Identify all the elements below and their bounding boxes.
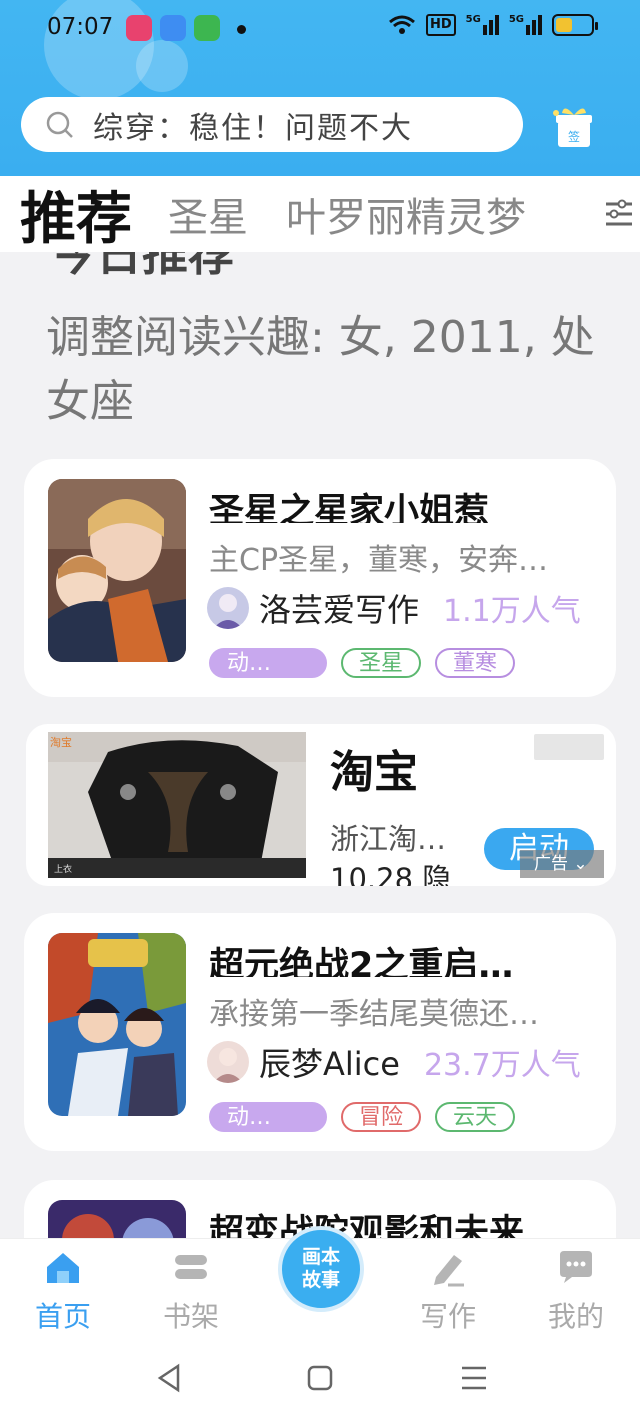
book-cover — [48, 933, 186, 1116]
book-card[interactable]: 圣星之星家小姐惹 主CP圣星，董寒，安奔… 洛芸爱写作 1.1万人气 动… 圣星… — [24, 459, 616, 697]
book-description: 承接第一季结尾莫德还… — [209, 997, 539, 1032]
tag-category[interactable]: 动… — [209, 1102, 327, 1132]
search-icon — [46, 111, 73, 138]
book-description: 主CP圣星，董寒，安奔… — [209, 543, 549, 578]
nav-mine[interactable]: 我的 — [531, 1239, 621, 1335]
bottom-nav: 首页 书架 画本 故事 写作 我的 — [0, 1226, 640, 1336]
battery-icon — [552, 14, 598, 36]
notification-app-icon — [126, 15, 152, 41]
nav-label: 书架 — [162, 1300, 219, 1333]
svg-text:淘宝: 淘宝 — [50, 735, 72, 749]
app-screen: 07:07 HD 5G 5G 综穿：稳住！问题不大 签 推荐 圣星 叶罗丽精灵梦… — [0, 0, 640, 1422]
popularity-count: 1.1万人气 — [443, 594, 581, 629]
tag-list: 动… 冒险 云天 — [209, 1102, 516, 1132]
signal-icon: 5G — [466, 15, 499, 35]
status-time: 07:07 — [47, 14, 114, 40]
nav-home[interactable]: 首页 — [18, 1239, 108, 1335]
tag-topic[interactable]: 圣星 — [341, 648, 422, 678]
filter-icon[interactable] — [602, 196, 634, 232]
author-row: 洛芸爱写作 1.1万人气 — [207, 585, 581, 631]
header: 07:07 HD 5G 5G 综穿：稳住！问题不大 签 — [0, 0, 640, 176]
tag-list: 动… 圣星 董寒 — [209, 648, 516, 678]
book-title: 超元绝战2之重启… — [209, 946, 514, 977]
sign-in-button[interactable]: 签 — [550, 103, 598, 149]
ad-description: 浙江淘… — [330, 822, 447, 856]
book-cover — [48, 479, 186, 662]
nav-write[interactable]: 写作 — [403, 1239, 493, 1335]
bookshelf-icon — [175, 1255, 207, 1279]
svg-text:签: 签 — [568, 129, 580, 144]
nav-label: 写作 — [419, 1300, 476, 1333]
nav-label: 首页 — [34, 1300, 91, 1333]
category-tabs: 推荐 圣星 叶罗丽精灵梦 — [0, 176, 640, 252]
avatar — [207, 587, 249, 629]
section-title: 今日推荐 — [50, 252, 234, 281]
tab-shengxing[interactable]: 圣星 — [168, 185, 248, 243]
signal-icon: 5G — [509, 15, 542, 35]
tab-recommend[interactable]: 推荐 — [20, 176, 132, 252]
svg-text:上衣: 上衣 — [54, 863, 72, 875]
tag-topic[interactable]: 董寒 — [435, 648, 516, 678]
search-placeholder: 综穿：稳住！问题不大 — [93, 110, 413, 146]
tag-category[interactable]: 动… — [209, 648, 327, 678]
chevron-down-icon: ⌄ — [573, 854, 588, 874]
back-icon[interactable] — [150, 1358, 190, 1398]
notification-app-icon — [160, 15, 186, 41]
book-cover — [48, 1200, 186, 1238]
interest-link[interactable]: 调整阅读兴趣: 女, 2011, 处女座 — [46, 306, 626, 434]
ad-description-2: 10.28 隐 — [330, 862, 452, 886]
ad-title: 淘宝 — [330, 747, 418, 798]
tag-topic[interactable]: 云天 — [435, 1102, 516, 1132]
search-bar[interactable]: 综穿：稳住！问题不大 — [21, 97, 523, 152]
tab-yeluoli[interactable]: 叶罗丽精灵梦 — [286, 185, 526, 243]
nav-bookshelf[interactable]: 书架 — [146, 1239, 236, 1335]
home-square-icon[interactable] — [300, 1358, 340, 1398]
ad-badge[interactable]: 广告 ⌄ — [520, 850, 604, 878]
book-card[interactable]: 超元绝战2之重启… 承接第一季结尾莫德还… 辰梦Alice 23.7万人气 动…… — [24, 913, 616, 1151]
notification-dot — [237, 25, 246, 34]
book-title: 圣星之星家小姐惹 — [209, 492, 490, 523]
gift-icon: 签 — [553, 108, 592, 147]
home-icon — [47, 1253, 79, 1283]
status-bar: 07:07 HD 5G 5G — [0, 0, 640, 58]
ad-card[interactable]: 淘宝 上衣 淘宝 浙江淘… 10.28 隐 启动 广告 ⌄ — [26, 724, 616, 886]
menu-icon[interactable] — [454, 1358, 494, 1398]
book-title: 超变战陀观影和未来 — [209, 1213, 525, 1238]
notification-app-icon — [194, 15, 220, 41]
tag-topic[interactable]: 冒险 — [341, 1102, 422, 1132]
author-name[interactable]: 辰梦Alice — [259, 1039, 400, 1085]
ad-image: 淘宝 上衣 — [48, 732, 306, 878]
chat-bubble-icon — [560, 1251, 592, 1283]
author-row: 辰梦Alice 23.7万人气 — [207, 1039, 581, 1085]
wifi-icon — [389, 15, 415, 34]
status-right: HD 5G 5G — [388, 14, 598, 36]
picture-book-story-button[interactable]: 画本 故事 — [278, 1226, 364, 1312]
system-nav-bar — [0, 1336, 640, 1422]
hd-badge: HD — [425, 14, 456, 36]
avatar — [207, 1041, 249, 1083]
nav-label: 我的 — [547, 1300, 604, 1333]
pen-icon — [434, 1255, 464, 1287]
ad-close-button[interactable] — [534, 734, 604, 760]
popularity-count: 23.7万人气 — [423, 1048, 581, 1083]
feed: 今日推荐 调整阅读兴趣: 女, 2011, 处女座 圣星之星家小姐惹 主CP圣星… — [0, 252, 640, 1238]
author-name[interactable]: 洛芸爱写作 — [259, 585, 419, 631]
